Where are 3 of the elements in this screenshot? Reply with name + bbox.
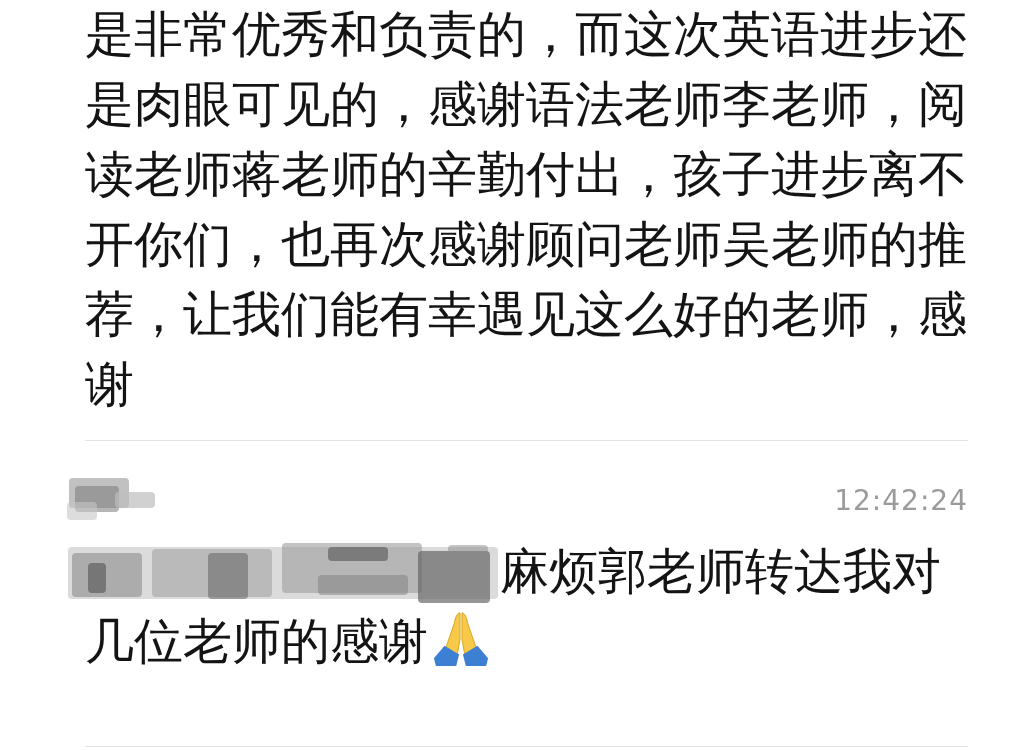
message-time: 12:42:24 [834, 483, 968, 517]
message-text: 是非常优秀和负责的，而这次英语进步还是肉眼可见的，感谢语法老师李老师，阅读老师蒋老师的辛勤付出，孩子进步离不开你们，也再次感谢顾问老师吴老师的推荐，让我们能有幸遇见这么好的老师，感谢 [85, 5, 968, 415]
message-text: 麻烦郭老师转达我对几位老师的感谢 [85, 543, 941, 670]
